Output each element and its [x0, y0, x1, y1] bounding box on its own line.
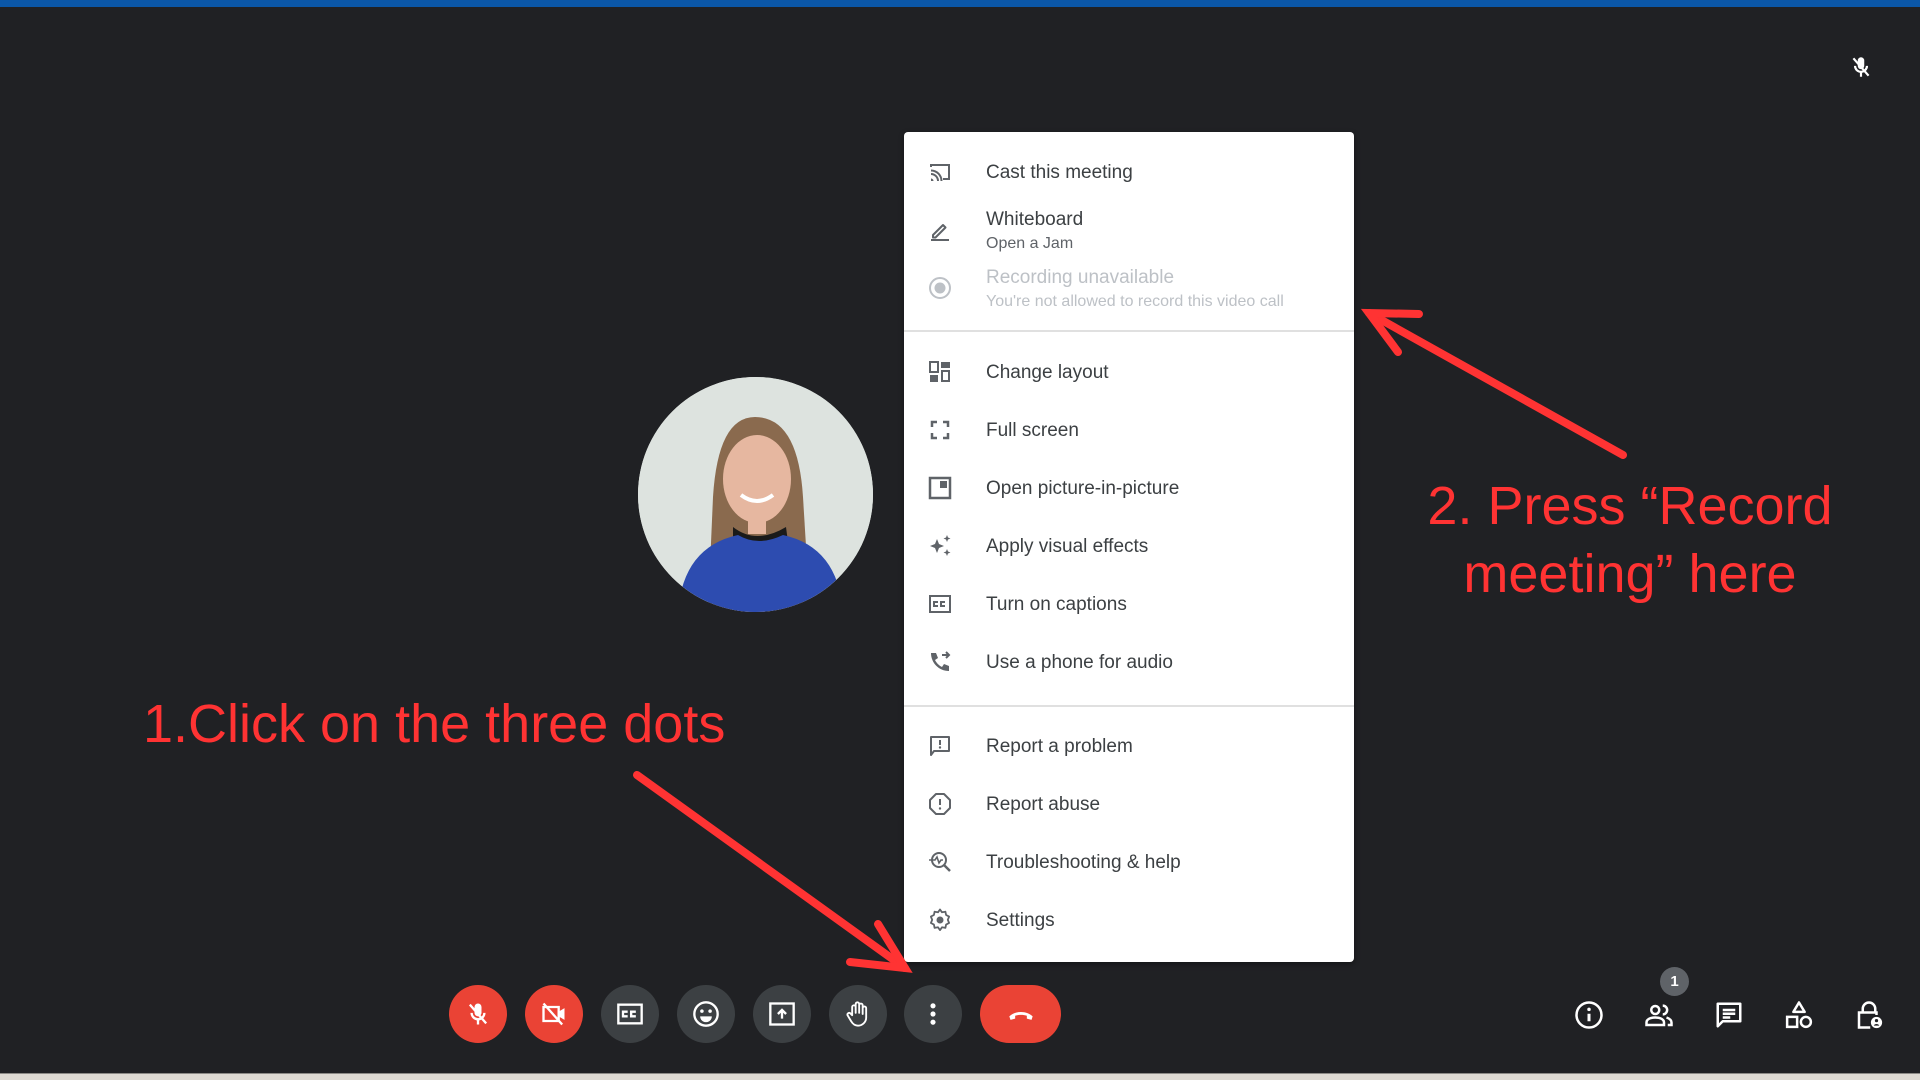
feedback-icon: [930, 736, 950, 756]
gear-icon: [930, 908, 950, 931]
layout-icon: [929, 361, 950, 382]
pencil-icon: [931, 224, 949, 241]
arrow-to-more-options: [633, 771, 909, 972]
menu-item-full-screen[interactable]: Full screen: [904, 401, 1354, 459]
menu-item-cast[interactable]: Cast this meeting: [904, 143, 1354, 201]
menu-item-label: Cast this meeting: [986, 162, 1133, 183]
menu-item-label: Recording unavailable: [986, 267, 1175, 288]
menu-item-whiteboard[interactable]: Whiteboard Open a Jam: [904, 201, 1354, 259]
camera-toggle-button[interactable]: [525, 985, 583, 1043]
menu-item-label: Settings: [986, 910, 1055, 931]
window-top-bar: [0, 0, 1920, 7]
cast-icon: [930, 164, 950, 182]
menu-item-label: Whiteboard: [986, 209, 1084, 230]
annotation-step1: 1.Click on the three dots: [143, 694, 726, 754]
menu-item-settings[interactable]: Settings: [904, 891, 1354, 949]
menu-item-label: Use a phone for audio: [986, 652, 1173, 673]
fullscreen-icon: [930, 420, 950, 440]
present-screen-button[interactable]: [753, 985, 811, 1043]
hand-icon: [846, 1001, 868, 1027]
annotation-step2: 2. Press “Record meeting” here: [1400, 472, 1860, 608]
microphone-toggle-button[interactable]: [449, 985, 507, 1043]
menu-item-picture-in-picture[interactable]: Open picture-in-picture: [904, 459, 1354, 517]
participant-count-badge: 1: [1660, 967, 1689, 996]
menu-item-recording: Recording unavailable You're not allowed…: [904, 259, 1354, 317]
arrow-head: [846, 920, 913, 973]
menu-item-label: Open picture-in-picture: [986, 478, 1180, 499]
menu-item-label: Troubleshooting & help: [986, 852, 1181, 873]
menu-item-phone-audio[interactable]: Use a phone for audio: [904, 633, 1354, 691]
meeting-details-button[interactable]: [1574, 1000, 1604, 1030]
reactions-button[interactable]: [677, 985, 735, 1043]
raise-hand-button[interactable]: [829, 985, 887, 1043]
menu-item-sublabel: Open a Jam: [986, 235, 1074, 252]
menu-item-label: Change layout: [986, 362, 1109, 383]
hangup-icon: [1008, 1011, 1033, 1020]
menu-item-label: Report a problem: [986, 736, 1133, 757]
chat-button[interactable]: [1714, 1000, 1744, 1030]
annotation-step2-line2: meeting” here: [1463, 544, 1797, 604]
captions-icon: [617, 1003, 643, 1025]
avatar-photo: [638, 377, 873, 612]
menu-divider: [904, 330, 1354, 332]
present-screen-icon: [769, 1002, 795, 1026]
record-icon: [929, 277, 951, 299]
menu-item-sublabel: You're not allowed to record this video …: [986, 293, 1284, 310]
taskbar-strip: [0, 1073, 1920, 1080]
menu-item-visual-effects[interactable]: Apply visual effects: [904, 517, 1354, 575]
pip-icon: [928, 476, 952, 500]
menu-item-label: Report abuse: [986, 794, 1101, 815]
more-options-menu: Cast this meeting Whiteboard Open a Jam …: [904, 132, 1354, 962]
menu-item-troubleshooting[interactable]: Troubleshooting & help: [904, 833, 1354, 891]
menu-divider: [904, 705, 1354, 707]
leave-call-button[interactable]: [980, 985, 1061, 1043]
mic-off-icon: [468, 1003, 488, 1025]
menu-item-label: Apply visual effects: [986, 536, 1149, 557]
camera-off-icon: [542, 1002, 565, 1026]
captions-icon: [929, 595, 951, 613]
menu-item-label: Full screen: [986, 420, 1079, 441]
menu-item-report-problem[interactable]: Report a problem: [904, 717, 1354, 775]
report-icon: [929, 793, 951, 815]
menu-item-label: Turn on captions: [986, 594, 1127, 615]
host-controls-button[interactable]: [1854, 1000, 1884, 1030]
participant-avatar: [638, 377, 873, 612]
menu-item-captions[interactable]: Turn on captions: [904, 575, 1354, 633]
more-options-button[interactable]: [904, 985, 962, 1043]
arrow-head: [1360, 308, 1423, 356]
arrow-to-recording: [1365, 309, 1627, 459]
troubleshoot-icon: [929, 852, 951, 872]
menu-item-change-layout[interactable]: Change layout: [904, 343, 1354, 401]
menu-item-report-abuse[interactable]: Report abuse: [904, 775, 1354, 833]
emoji-icon: [693, 1001, 719, 1027]
people-button[interactable]: [1644, 1000, 1674, 1030]
annotation-step2-line1: 2. Press “Record: [1427, 476, 1833, 536]
phone-forward-icon: [931, 651, 951, 671]
captions-button[interactable]: [601, 985, 659, 1043]
more-vert-icon: [930, 1003, 936, 1025]
activities-button[interactable]: [1784, 1000, 1814, 1030]
mic-off-icon: [1852, 57, 1870, 77]
sparkle-icon: [930, 535, 951, 556]
